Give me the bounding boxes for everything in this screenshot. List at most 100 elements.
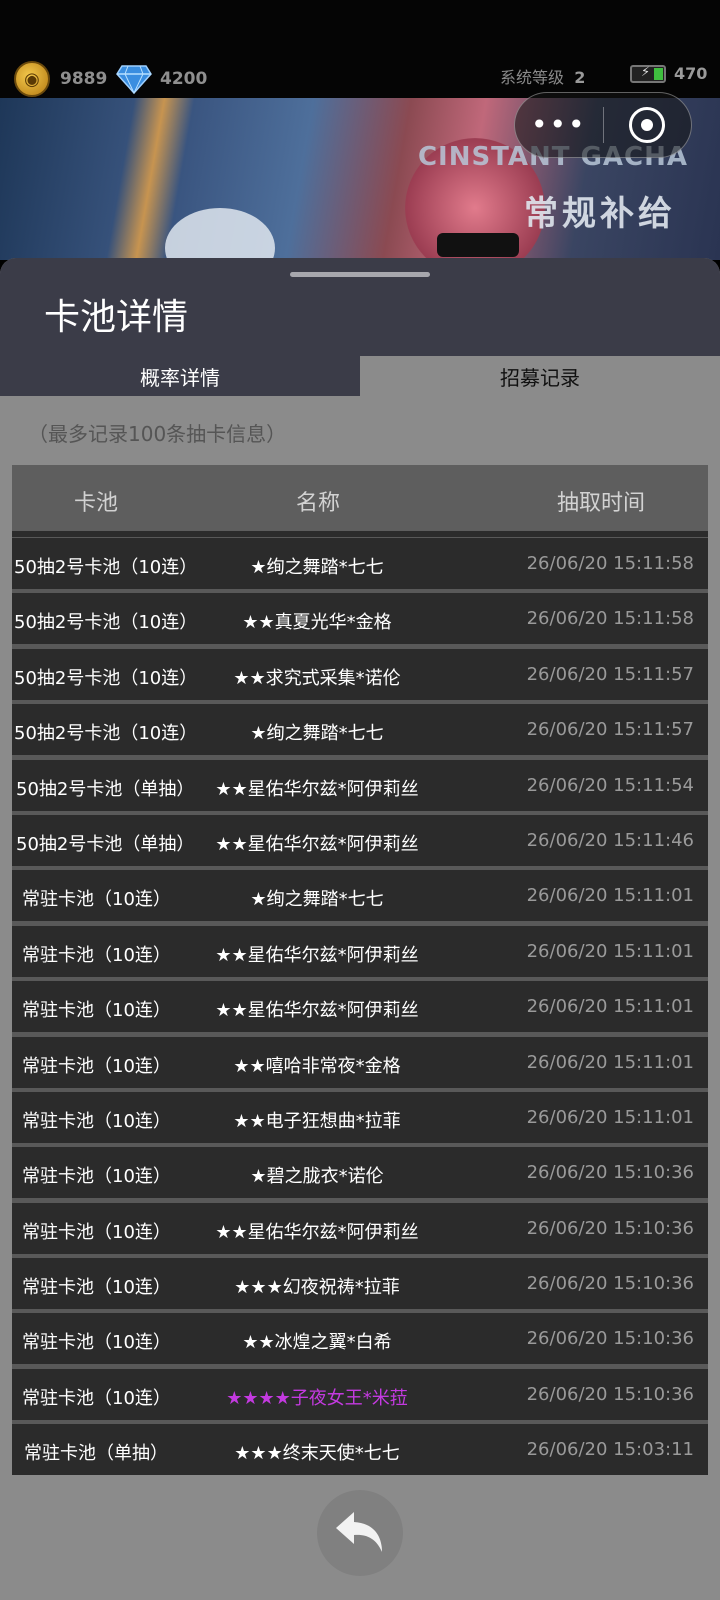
battery-icon: ⚡ xyxy=(630,64,666,83)
pool-detail-sheet: 卡池详情 概率详情 招募记录 （最多记录100条抽卡信息） 卡池 名称 抽取时间… xyxy=(0,258,720,1600)
table-row: 常驻卡池（单抽） ★★★终末天使*七七 26/06/20 15:03:11 xyxy=(12,1424,708,1476)
row-pool: 常驻卡池（10连） xyxy=(22,1221,171,1243)
top-status-bar: ◉ 9889 4200 系统等级 2 ⚡ 470 xyxy=(0,0,720,100)
row-time: 26/06/20 15:11:57 xyxy=(526,663,694,685)
table-row: 50抽2号卡池（单抽） ★★星佑华尔兹*阿伊莉丝 26/06/20 15:11:54 xyxy=(12,759,708,811)
table-row: 常驻卡池（10连） ★★星佑华尔兹*阿伊莉丝 26/06/20 15:11:01 xyxy=(12,981,708,1033)
drag-handle[interactable] xyxy=(290,272,430,277)
row-pool: 50抽2号卡池（10连） xyxy=(14,557,198,578)
table-row: 50抽2号卡池（10连） ★绚之舞踏*七七 26/06/20 15:11:58 xyxy=(12,538,708,589)
table-row: 50抽2号卡池（单抽） ★★星佑华尔兹*阿伊莉丝 26/06/20 15:11:46 xyxy=(12,814,708,866)
row-time: 26/06/20 15:11:58 xyxy=(526,608,694,630)
coin-icon: ◉ xyxy=(14,61,50,97)
table-header: 卡池 名称 抽取时间 xyxy=(12,465,708,531)
record-limit-note: （最多记录100条抽卡信息） xyxy=(28,422,287,446)
energy-counter: ⚡ 470 xyxy=(630,64,707,83)
row-name: ★★星佑华尔兹*阿伊莉丝 xyxy=(215,778,419,800)
row-time: 26/06/20 15:11:01 xyxy=(526,940,694,962)
header-pool: 卡池 xyxy=(74,491,119,516)
row-name: ★★冰煌之翼*白希 xyxy=(242,1332,392,1354)
row-pool: 常驻卡池（10连） xyxy=(22,1000,171,1022)
coin-value: 9889 xyxy=(60,69,108,89)
banner-title-cn: 常规补给 xyxy=(524,194,676,234)
table-row: 常驻卡池（10连） ★★星佑华尔兹*阿伊莉丝 26/06/20 15:11:01 xyxy=(12,925,708,977)
more-button[interactable]: ••• xyxy=(515,93,603,157)
target-close-icon xyxy=(629,107,666,143)
row-pool: 50抽2号卡池（10连） xyxy=(14,723,198,745)
row-time: 26/06/20 15:10:36 xyxy=(526,1217,694,1239)
back-button[interactable] xyxy=(317,1490,403,1576)
row-time: 26/06/20 15:11:01 xyxy=(526,996,694,1018)
sheet-header: 卡池详情 xyxy=(0,258,720,356)
row-time: 26/06/20 15:11:46 xyxy=(526,829,694,851)
row-pool: 常驻卡池（单抽） xyxy=(24,1443,168,1465)
row-name: ★碧之胧衣*诺伦 xyxy=(250,1166,384,1188)
row-time: 26/06/20 15:10:36 xyxy=(526,1328,694,1350)
records-table: 卡池 名称 抽取时间 50抽2号卡池（10连） ★绚之舞踏*七七 26/06/20 … xyxy=(12,465,708,1476)
table-row: 常驻卡池（10连） ★★冰煌之翼*白希 26/06/20 15:10:36 xyxy=(12,1313,708,1365)
gem-counter: 4200 xyxy=(116,62,207,96)
row-name: ★★★终末天使*七七 xyxy=(234,1443,400,1465)
header-divider xyxy=(12,531,708,537)
energy-value: 470 xyxy=(674,64,708,83)
level-label: 系统等级 xyxy=(500,68,565,87)
row-name: ★★星佑华尔兹*阿伊莉丝 xyxy=(215,944,419,966)
table-row: 50抽2号卡池（10连） ★★真夏光华*金格 26/06/20 15:11:58 xyxy=(12,593,708,645)
table-row: 50抽2号卡池（10连） ★★求究式采集*诺伦 26/06/20 15:11:57 xyxy=(12,648,708,700)
row-name: ★★嘻哈非常夜*金格 xyxy=(233,1055,401,1077)
table-row: 常驻卡池（10连） ★★★★子夜女王*米菈 26/06/20 15:10:36 xyxy=(12,1368,708,1420)
row-pool: 50抽2号卡池（单抽） xyxy=(16,833,195,855)
table-row: 常驻卡池（10连） ★绚之舞踏*七七 26/06/20 15:11:01 xyxy=(12,870,708,922)
header-time: 抽取时间 xyxy=(557,491,646,516)
row-name-rare: ★★★★子夜女王*米菈 xyxy=(226,1387,408,1409)
coin-counter: ◉ 9889 xyxy=(14,61,108,97)
table-row: 常驻卡池（10连） ★★电子狂想曲*拉菲 26/06/20 15:11:01 xyxy=(12,1091,708,1143)
tab-records[interactable]: 招募记录 xyxy=(360,356,720,396)
row-time: 26/06/20 15:10:36 xyxy=(526,1383,694,1405)
diamond-icon xyxy=(116,65,152,94)
row-name: ★绚之舞踏*七七 xyxy=(250,889,384,911)
banner-character-art xyxy=(437,233,519,257)
row-pool: 50抽2号卡池（10连） xyxy=(14,612,198,634)
table-row: 50抽2号卡池（10连） ★绚之舞踏*七七 26/06/20 15:11:57 xyxy=(12,704,708,756)
miniprogram-capsule: ••• xyxy=(514,92,692,158)
row-name: ★★星佑华尔兹*阿伊莉丝 xyxy=(215,1000,419,1022)
row-time: 26/06/20 15:03:11 xyxy=(526,1439,694,1461)
more-dots-icon: ••• xyxy=(530,108,587,141)
table-rows[interactable]: 50抽2号卡池（10连） ★绚之舞踏*七七 26/06/20 15:11:58 50… xyxy=(12,538,708,1480)
row-name: ★★★幻夜祝祷*拉菲 xyxy=(234,1277,400,1299)
row-name: ★★星佑华尔兹*阿伊莉丝 xyxy=(215,1221,419,1243)
gem-value: 4200 xyxy=(160,69,208,89)
header-name: 名称 xyxy=(296,491,341,516)
row-time: 26/06/20 15:11:58 xyxy=(526,553,694,574)
row-name: ★★求究式采集*诺伦 xyxy=(233,667,401,689)
row-name: ★★星佑华尔兹*阿伊莉丝 xyxy=(215,833,419,855)
tab-probability[interactable]: 概率详情 xyxy=(0,356,360,396)
banner-character-art xyxy=(165,208,275,260)
row-pool: 50抽2号卡池（单抽） xyxy=(16,778,195,800)
row-time: 26/06/20 15:11:01 xyxy=(526,885,694,907)
row-name: ★★电子狂想曲*拉菲 xyxy=(233,1110,401,1132)
row-pool: 常驻卡池（10连） xyxy=(22,1387,171,1409)
row-time: 26/06/20 15:10:36 xyxy=(526,1273,694,1295)
row-name: ★绚之舞踏*七七 xyxy=(250,557,384,578)
row-pool: 常驻卡池（10连） xyxy=(22,1166,171,1188)
table-row: 常驻卡池（10连） ★碧之胧衣*诺伦 26/06/20 15:10:36 xyxy=(12,1147,708,1199)
system-level: 系统等级 2 xyxy=(500,64,585,88)
row-pool: 常驻卡池（10连） xyxy=(22,1277,171,1299)
row-name: ★★真夏光华*金格 xyxy=(242,612,392,634)
row-pool: 常驻卡池（10连） xyxy=(22,1110,171,1132)
table-row: 常驻卡池（10连） ★★星佑华尔兹*阿伊莉丝 26/06/20 15:10:36 xyxy=(12,1202,708,1254)
return-arrow-icon xyxy=(336,1512,382,1552)
row-pool: 常驻卡池（10连） xyxy=(22,1055,171,1077)
row-pool: 50抽2号卡池（10连） xyxy=(14,667,198,689)
tab-bar: 概率详情 招募记录 xyxy=(0,356,720,396)
row-time: 26/06/20 15:11:54 xyxy=(526,774,694,796)
row-pool: 常驻卡池（10连） xyxy=(22,944,171,966)
sheet-title: 卡池详情 xyxy=(44,297,189,338)
row-pool: 常驻卡池（10连） xyxy=(22,889,171,911)
row-time: 26/06/20 15:10:36 xyxy=(526,1162,694,1184)
table-row: 常驻卡池（10连） ★★嘻哈非常夜*金格 26/06/20 15:11:01 xyxy=(12,1036,708,1088)
row-time: 26/06/20 15:11:01 xyxy=(526,1106,694,1128)
close-button[interactable] xyxy=(604,93,692,157)
